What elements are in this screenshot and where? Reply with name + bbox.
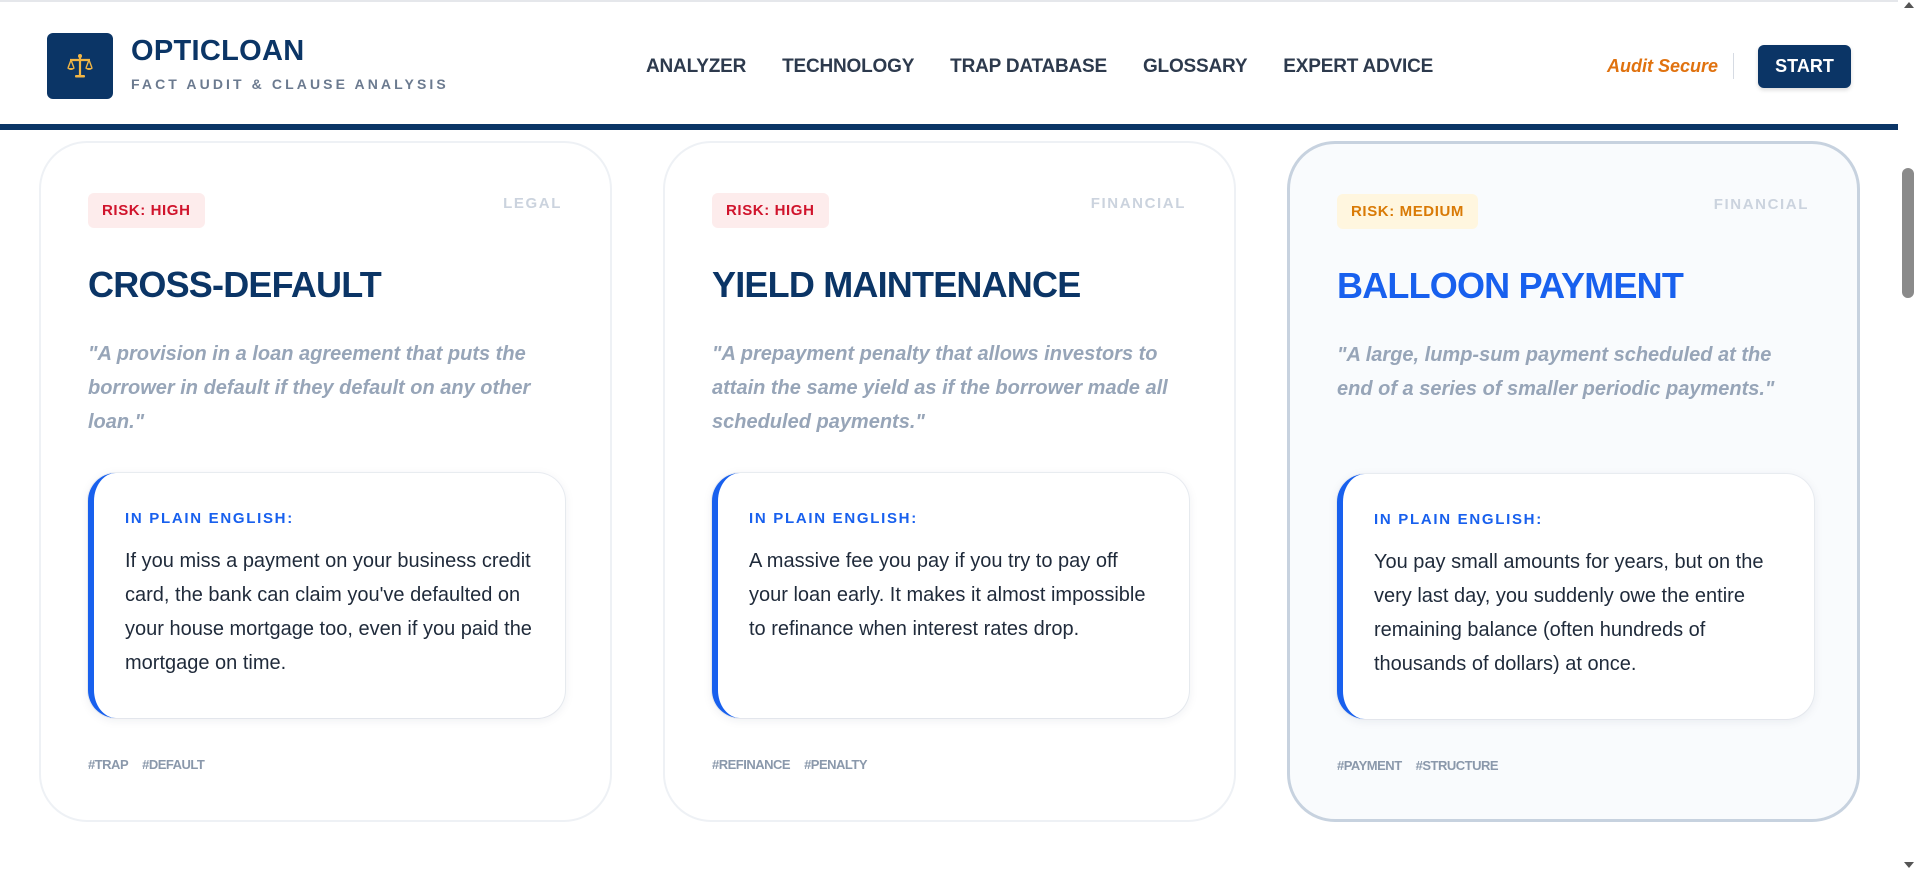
plain-english-label: IN PLAIN ENGLISH: <box>1374 511 1543 528</box>
brand-title[interactable]: OPTICLOAN <box>131 35 304 68</box>
header-divider <box>1733 53 1734 79</box>
category-label: FINANCIAL <box>1090 195 1186 212</box>
nav-technology[interactable]: TECHNOLOGY <box>782 56 914 78</box>
risk-badge: RISK: HIGH <box>712 193 829 228</box>
tag[interactable]: #PAYMENT <box>1337 758 1402 773</box>
scroll-down-arrow-icon[interactable] <box>1904 862 1914 868</box>
start-button[interactable]: START <box>1758 45 1851 88</box>
category-label: FINANCIAL <box>1713 196 1809 213</box>
term-title: CROSS-DEFAULT <box>88 264 382 305</box>
audit-status: Audit Secure <box>1607 56 1719 76</box>
plain-english-text: If you miss a payment on your business c… <box>125 550 532 674</box>
nav-analyzer[interactable]: ANALYZER <box>646 56 746 78</box>
term-definition: "A provision in a loan agreement that pu… <box>88 343 531 433</box>
tag[interactable]: #TRAP <box>88 757 129 772</box>
scrollbar[interactable] <box>1898 0 1919 870</box>
brand-subtitle: FACT AUDIT & CLAUSE ANALYSIS <box>131 76 449 92</box>
main-nav: ANALYZER TECHNOLOGY TRAP DATABASE GLOSSA… <box>646 56 1433 78</box>
logo[interactable] <box>47 33 113 99</box>
risk-badge: RISK: MEDIUM <box>1337 194 1479 229</box>
scroll-up-arrow-icon[interactable] <box>1904 2 1914 8</box>
category-label: LEGAL <box>503 195 562 212</box>
tag[interactable]: #REFINANCE <box>712 757 791 772</box>
scales-icon <box>67 54 93 78</box>
plain-english-box: IN PLAIN ENGLISH: If you miss a payment … <box>88 473 565 718</box>
glossary-card[interactable]: RISK: HIGH LEGAL CROSS-DEFAULT "A provis… <box>39 141 612 822</box>
site-header: OPTICLOAN FACT AUDIT & CLAUSE ANALYSIS A… <box>0 0 1898 130</box>
tag[interactable]: #STRUCTURE <box>1416 758 1499 773</box>
tag[interactable]: #PENALTY <box>804 757 867 772</box>
tag-list: #PAYMENT #STRUCTURE <box>1337 758 1499 773</box>
plain-english-text: You pay small amounts for years, but on … <box>1374 551 1764 675</box>
glossary-card-active[interactable]: RISK: MEDIUM FINANCIAL BALLOON PAYMENT "… <box>1287 141 1860 822</box>
term-title: BALLOON PAYMENT <box>1337 265 1684 306</box>
tag-list: #TRAP #DEFAULT <box>88 757 205 772</box>
glossary-card[interactable]: RISK: HIGH FINANCIAL YIELD MAINTENANCE "… <box>663 141 1236 822</box>
nav-trap-database[interactable]: TRAP DATABASE <box>950 56 1107 78</box>
plain-english-label: IN PLAIN ENGLISH: <box>125 510 294 527</box>
tag[interactable]: #DEFAULT <box>142 757 205 772</box>
nav-expert-advice[interactable]: EXPERT ADVICE <box>1283 56 1433 78</box>
risk-badge: RISK: HIGH <box>88 193 205 228</box>
scrollbar-thumb[interactable] <box>1902 168 1914 298</box>
plain-english-box: IN PLAIN ENGLISH: You pay small amounts … <box>1337 474 1814 719</box>
plain-english-text: A massive fee you pay if you try to pay … <box>749 550 1146 640</box>
tag-list: #REFINANCE #PENALTY <box>712 757 868 772</box>
nav-glossary[interactable]: GLOSSARY <box>1143 56 1248 78</box>
plain-english-box: IN PLAIN ENGLISH: A massive fee you pay … <box>712 473 1189 718</box>
term-definition: "A large, lump-sum payment scheduled at … <box>1337 344 1775 400</box>
term-definition: "A prepayment penalty that allows invest… <box>712 343 1168 433</box>
term-title: YIELD MAINTENANCE <box>712 264 1081 305</box>
plain-english-label: IN PLAIN ENGLISH: <box>749 510 918 527</box>
